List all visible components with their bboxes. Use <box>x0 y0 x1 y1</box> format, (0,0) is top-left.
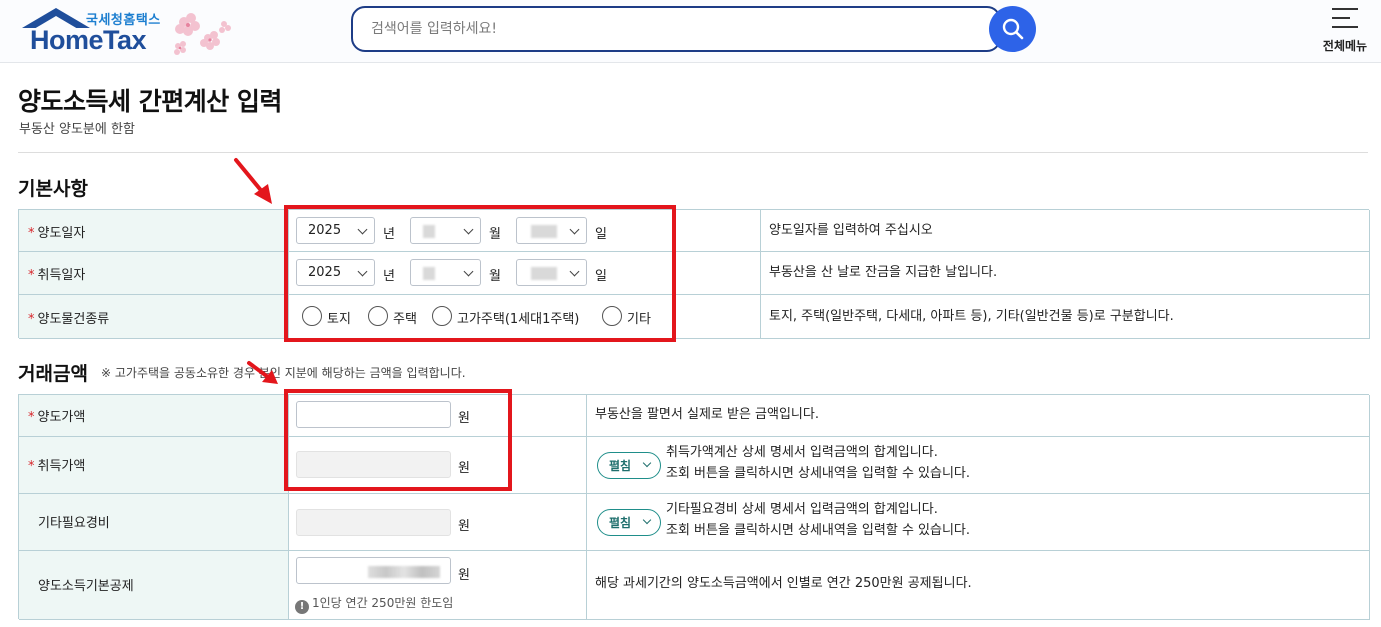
annotation-box <box>284 205 676 342</box>
acquisition-date-label: * 취득일자 <box>28 268 86 283</box>
label-text: 양도물건종류 <box>37 312 110 327</box>
desc-line: 조회 버튼을 클릭하시면 상세내역을 입력할 수 있습니다. <box>666 523 971 538</box>
row-desc-cell: 해당 과세기간의 양도소득금액에서 인별로 연간 250만원 공제됩니다. <box>587 551 1370 620</box>
transfer-price-desc: 부동산을 팔면서 실제로 받은 금액입니다. <box>595 407 819 422</box>
cherry-blossom-icon <box>174 13 231 55</box>
basic-deduction-label: 양도소득기본공제 <box>38 579 134 594</box>
acquisition-date-desc: 부동산을 산 날로 잔금을 지급한 날입니다. <box>769 265 998 280</box>
label-text: 양도가액 <box>37 410 86 425</box>
expand-button[interactable]: 펼침 <box>597 452 661 479</box>
row-label-cell: * 양도가액 <box>19 395 289 437</box>
row-label-cell: * 양도물건종류 <box>19 295 289 339</box>
acquisition-price-label: * 취득가액 <box>28 459 86 474</box>
section-title-basic: 기본사항 <box>18 178 88 200</box>
transfer-price-label: * 양도가액 <box>28 410 86 425</box>
row-label-cell: 양도소득기본공제 <box>19 551 289 620</box>
section-note: ※ 고가주택을 공동소유한 경우 본인 지분에 해당하는 금액을 입력합니다. <box>101 366 466 380</box>
chevron-down-icon <box>642 458 652 468</box>
all-menu-button[interactable]: 전체메뉴 <box>1318 6 1368 56</box>
annotation-box <box>284 389 512 491</box>
row-desc-cell: 양도일자를 입력하여 주십시오 <box>761 210 1370 252</box>
search-icon <box>1002 18 1024 40</box>
expand-button[interactable]: 펼침 <box>597 509 661 536</box>
amount-table: * 양도가액 원 부동산을 팔면서 실제로 받은 금액입니다. * 취득가액 원 펼… <box>18 394 1370 620</box>
limit-note-text: 1인당 연간 250만원 한도임 <box>312 596 454 610</box>
label-text: 취득가액 <box>37 459 86 474</box>
logo-text: HomeTax <box>30 25 147 55</box>
basic-info-table: *양도일자 2025 년 월 일 양도일자를 입력하여 주십시오 *취득일자 <box>18 209 1370 339</box>
expand-label: 펼침 <box>609 459 632 473</box>
other-expenses-input-cell: 원 <box>289 494 587 551</box>
row-desc-cell: 펼침 취득가액계산 상세 명세서 입력금액의 합계입니다. 조회 버튼을 클릭하… <box>587 437 1370 494</box>
desc-line: 조회 버튼을 클릭하시면 상세내역을 입력할 수 있습니다. <box>666 466 971 481</box>
property-type-desc: 토지, 주택(일반주택, 다세대, 아파트 등), 기타(일반건물 등)로 구분… <box>769 309 1174 324</box>
blurred-value <box>368 566 440 578</box>
desc-line: 취득가액계산 상세 명세서 입력금액의 합계입니다. <box>666 445 938 460</box>
transfer-date-desc: 양도일자를 입력하여 주십시오 <box>769 223 933 238</box>
won-unit: 원 <box>458 519 470 534</box>
all-menu-label: 전체메뉴 <box>1322 39 1368 53</box>
search-box <box>351 6 1001 52</box>
hamburger-menu-icon <box>1332 8 1358 28</box>
hometax-logo[interactable]: 국세청홈택스 HomeTax <box>18 6 238 58</box>
chevron-down-icon <box>642 515 652 525</box>
page-title: 양도소득세 간편계산 입력 <box>18 87 282 116</box>
desc-line: 기타필요경비 상세 명세서 입력금액의 합계입니다. <box>666 502 938 517</box>
other-expenses-label: 기타필요경비 <box>38 516 110 531</box>
row-desc-cell: 부동산을 산 날로 잔금을 지급한 날입니다. <box>761 252 1370 295</box>
transfer-date-label: * 양도일자 <box>28 226 86 241</box>
basic-deduction-input-cell: 원 ! 1인당 연간 250만원 한도임 <box>289 551 587 620</box>
row-label-cell: * 취득가액 <box>19 437 289 494</box>
row-desc-cell: 토지, 주택(일반주택, 다세대, 아파트 등), 기타(일반건물 등)로 구분… <box>761 295 1370 339</box>
search-input[interactable] <box>371 8 971 50</box>
section-title-amount: 거래금액 <box>18 363 88 385</box>
label-text: 취득일자 <box>37 268 86 283</box>
row-desc-cell: 펼침 기타필요경비 상세 명세서 입력금액의 합계입니다. 조회 버튼을 클릭하… <box>587 494 1370 551</box>
top-header: 국세청홈택스 HomeTax 전체메뉴 <box>0 0 1381 63</box>
page-subtitle: 부동산 양도분에 한함 <box>19 122 135 137</box>
search-button[interactable] <box>989 6 1036 52</box>
label-text: 양도일자 <box>37 226 86 241</box>
basic-deduction-desc: 해당 과세기간의 양도소득금액에서 인별로 연간 250만원 공제됩니다. <box>595 576 972 591</box>
row-desc-cell: 부동산을 팔면서 실제로 받은 금액입니다. <box>587 395 1370 437</box>
row-label-cell: * 취득일자 <box>19 252 289 295</box>
row-label-cell: 기타필요경비 <box>19 494 289 551</box>
acquisition-price-desc: 취득가액계산 상세 명세서 입력금액의 합계입니다. 조회 버튼을 클릭하시면 … <box>666 442 970 484</box>
property-type-label: * 양도물건종류 <box>28 312 110 327</box>
info-icon: ! <box>295 600 309 614</box>
divider <box>18 152 1368 153</box>
red-arrow-annotation <box>247 361 278 384</box>
row-label-cell: * 양도일자 <box>19 210 289 252</box>
limit-note: ! 1인당 연간 250만원 한도임 <box>295 594 453 614</box>
other-expenses-desc: 기타필요경비 상세 명세서 입력금액의 합계입니다. 조회 버튼을 클릭하시면 … <box>666 499 970 541</box>
other-expenses-input <box>296 509 451 536</box>
won-unit: 원 <box>458 568 470 583</box>
expand-label: 펼침 <box>609 516 632 530</box>
red-arrow-annotation <box>234 158 272 204</box>
basic-deduction-input[interactable] <box>296 557 451 584</box>
